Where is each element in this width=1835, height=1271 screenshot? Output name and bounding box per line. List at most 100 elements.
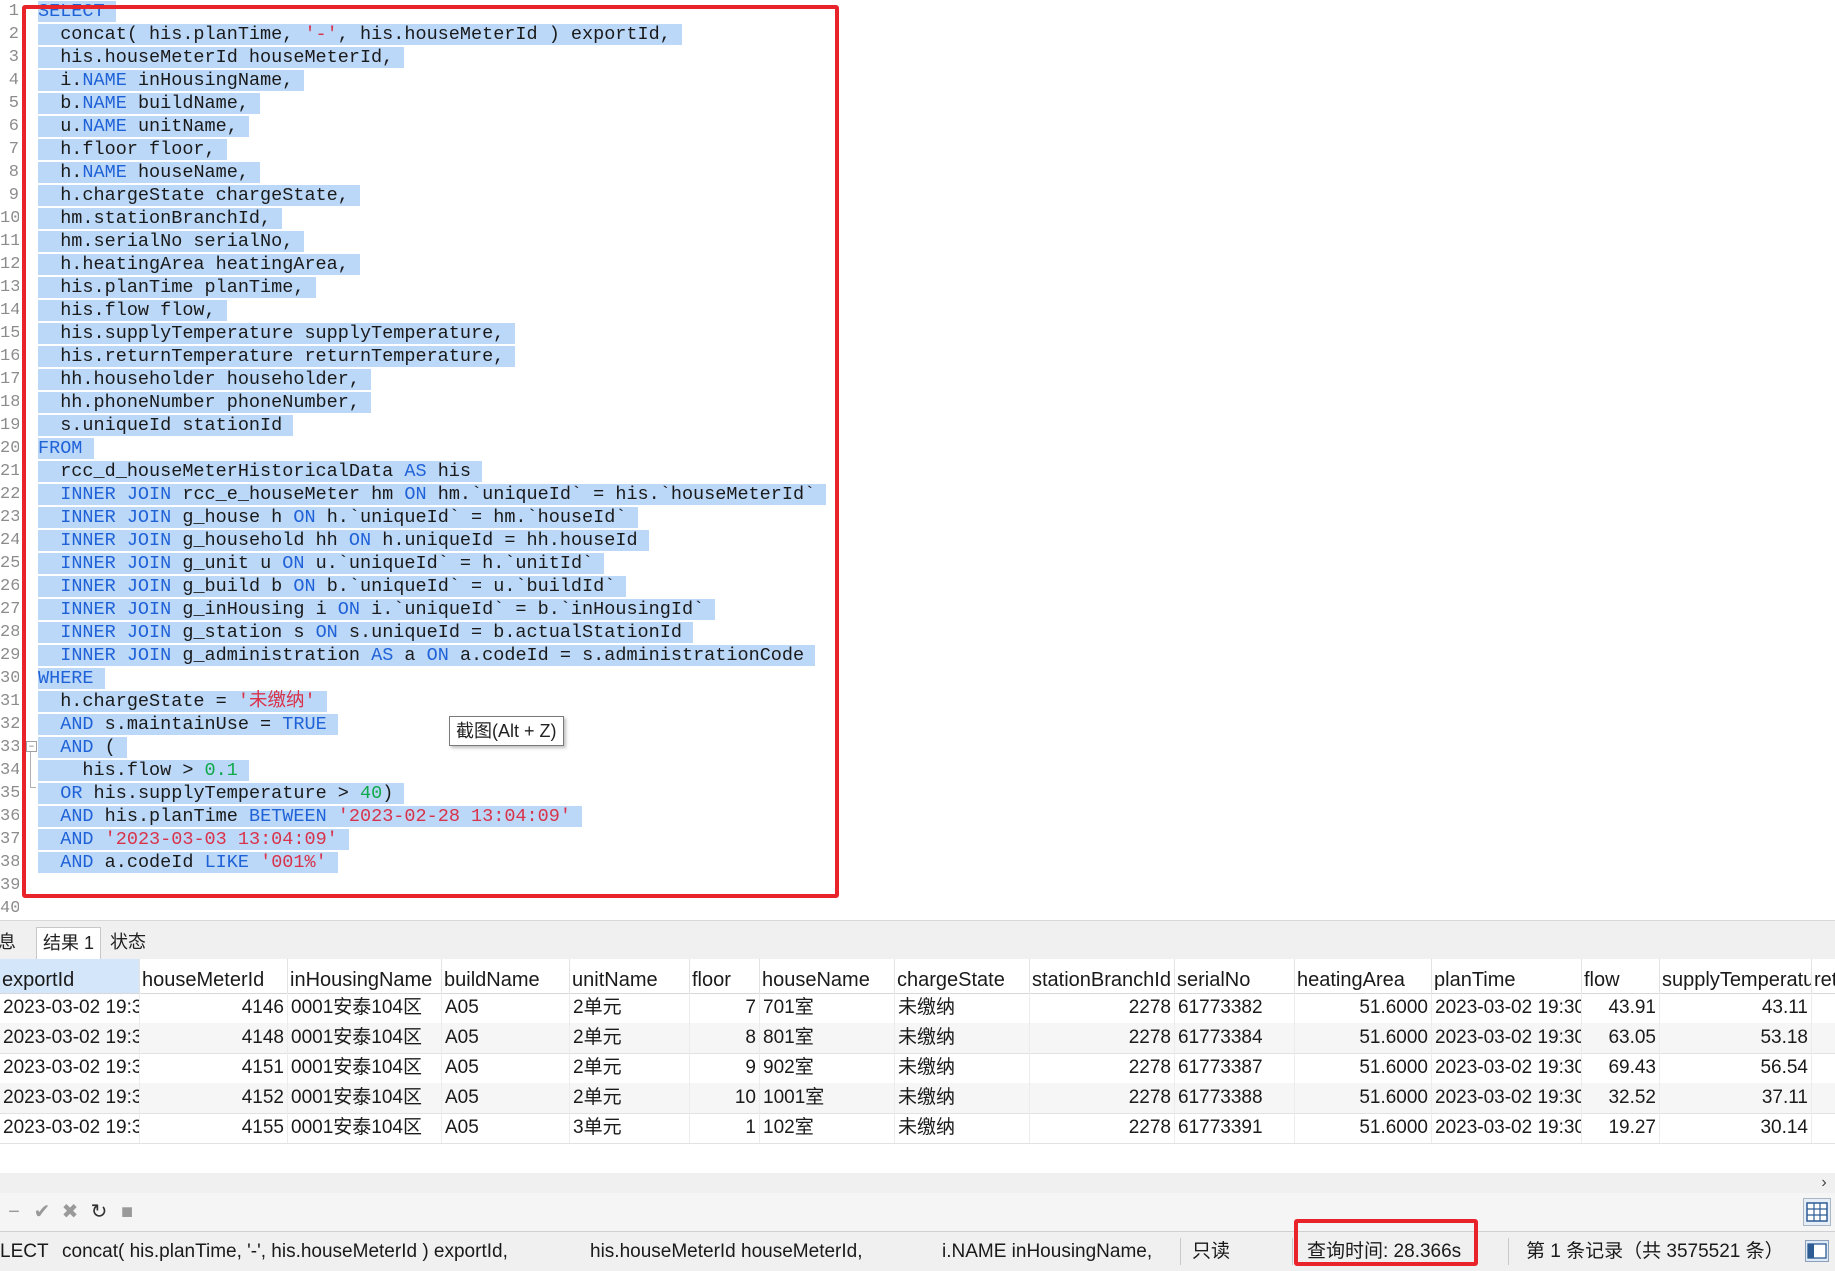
table-cell[interactable]: 2023-03-02 19:30: xyxy=(1432,1083,1582,1113)
table-cell[interactable]: 2单元 xyxy=(570,1083,690,1113)
stop-icon[interactable]: ■ xyxy=(115,1199,139,1225)
table-cell[interactable]: 2023-03-02 19:30: xyxy=(1432,1023,1582,1053)
table-cell[interactable]: 2单元 xyxy=(570,1053,690,1083)
table-cell[interactable]: 2278 xyxy=(1030,993,1175,1023)
table-cell[interactable]: 2023-03-02 19:30: xyxy=(0,1083,140,1113)
column-header[interactable]: chargeState xyxy=(895,959,1030,993)
check-icon[interactable]: ✔ xyxy=(30,1199,54,1225)
table-cell[interactable]: 7 xyxy=(690,993,760,1023)
table-cell[interactable]: 2278 xyxy=(1030,1053,1175,1083)
table-cell[interactable]: 51.6000 xyxy=(1295,1113,1432,1143)
tab-result-1[interactable]: 结果 1 xyxy=(36,927,102,959)
table-cell[interactable]: 61773391 xyxy=(1175,1113,1295,1143)
table-cell[interactable]: A05 xyxy=(442,1023,570,1053)
table-cell[interactable] xyxy=(1812,1023,1835,1053)
table-cell[interactable]: 4155 xyxy=(140,1113,288,1143)
table-cell[interactable]: 8 xyxy=(690,1023,760,1053)
table-cell[interactable]: A05 xyxy=(442,1113,570,1143)
column-header[interactable]: unitName xyxy=(570,959,690,993)
table-cell[interactable]: 0001安泰104区 xyxy=(288,993,442,1023)
table-cell[interactable]: 10 xyxy=(690,1083,760,1113)
table-cell[interactable]: 32.52 xyxy=(1582,1083,1660,1113)
panel-toggle-icon[interactable] xyxy=(1805,1240,1829,1262)
table-cell[interactable]: 56.54 xyxy=(1660,1053,1812,1083)
table-cell[interactable]: 902室 xyxy=(760,1053,895,1083)
table-cell[interactable]: 未缴纳 xyxy=(895,993,1030,1023)
table-cell[interactable]: 未缴纳 xyxy=(895,1113,1030,1143)
column-header[interactable]: inHousingName xyxy=(288,959,442,993)
table-row[interactable]: 2023-03-02 19:30:41480001安泰104区A052单元880… xyxy=(0,1023,1835,1054)
column-header[interactable]: planTime xyxy=(1432,959,1582,993)
table-cell[interactable] xyxy=(1812,1113,1835,1143)
tab-info[interactable]: 息 xyxy=(0,927,22,958)
table-row[interactable]: 2023-03-02 19:30: 41460001安泰104区A052单元770… xyxy=(0,993,1835,1024)
table-cell[interactable]: 0001安泰104区 xyxy=(288,1023,442,1053)
minus-icon[interactable]: − xyxy=(2,1199,26,1225)
table-cell[interactable] xyxy=(1812,993,1835,1023)
column-header[interactable]: exportId xyxy=(0,959,140,993)
table-cell[interactable]: 43.11 xyxy=(1660,993,1812,1023)
table-cell[interactable]: 61773384 xyxy=(1175,1023,1295,1053)
table-cell[interactable]: 2023-03-02 19:30: xyxy=(1432,1113,1582,1143)
table-cell[interactable]: A05 xyxy=(442,1053,570,1083)
column-header[interactable]: serialNo xyxy=(1175,959,1295,993)
column-header[interactable]: supplyTemperatu xyxy=(1660,959,1812,993)
table-cell[interactable]: A05 xyxy=(442,993,570,1023)
table-cell[interactable]: 4148 xyxy=(140,1023,288,1053)
column-header[interactable]: houseMeterId xyxy=(140,959,288,993)
table-cell[interactable]: 2023-03-02 19:30: xyxy=(0,1113,140,1143)
table-cell[interactable]: 61773388 xyxy=(1175,1083,1295,1113)
table-cell[interactable]: 37.11 xyxy=(1660,1083,1812,1113)
table-cell[interactable]: 4146 xyxy=(140,993,288,1023)
table-cell[interactable]: 53.18 xyxy=(1660,1023,1812,1053)
scroll-right-arrow-icon[interactable]: › xyxy=(1815,1173,1833,1193)
column-header[interactable]: flow xyxy=(1582,959,1660,993)
table-cell[interactable]: 51.6000 xyxy=(1295,993,1432,1023)
table-cell[interactable]: A05 xyxy=(442,1083,570,1113)
table-cell[interactable]: 未缴纳 xyxy=(895,1023,1030,1053)
tab-status[interactable]: 状态 xyxy=(104,927,152,958)
result-grid[interactable]: exportId houseMeterId inHousingName buildNa… xyxy=(0,959,1835,1173)
table-cell[interactable]: 43.91 xyxy=(1582,993,1660,1023)
column-header[interactable]: floor xyxy=(690,959,760,993)
table-cell[interactable] xyxy=(1812,1053,1835,1083)
column-header[interactable]: stationBranchId xyxy=(1030,959,1175,993)
table-row[interactable]: 2023-03-02 19:30:41550001安泰104区A053单元110… xyxy=(0,1113,1835,1144)
refresh-icon[interactable]: ↻ xyxy=(87,1199,111,1225)
table-cell[interactable]: 61773382 xyxy=(1175,993,1295,1023)
cross-icon[interactable]: ✖ xyxy=(58,1199,82,1225)
table-cell[interactable]: 61773387 xyxy=(1175,1053,1295,1083)
table-cell[interactable]: 701室 xyxy=(760,993,895,1023)
column-header[interactable]: buildName xyxy=(442,959,570,993)
table-cell[interactable]: 3单元 xyxy=(570,1113,690,1143)
table-cell[interactable]: 2278 xyxy=(1030,1023,1175,1053)
table-cell[interactable]: 未缴纳 xyxy=(895,1053,1030,1083)
table-cell[interactable]: 19.27 xyxy=(1582,1113,1660,1143)
table-cell[interactable] xyxy=(1812,1083,1835,1113)
table-row[interactable]: 2023-03-02 19:30:41520001安泰104区A052单元101… xyxy=(0,1083,1835,1114)
horizontal-scrollbar[interactable]: › xyxy=(0,1173,1835,1193)
table-cell[interactable]: 2单元 xyxy=(570,1023,690,1053)
table-cell[interactable]: 0001安泰104区 xyxy=(288,1113,442,1143)
table-cell[interactable]: 4151 xyxy=(140,1053,288,1083)
table-cell[interactable]: 63.05 xyxy=(1582,1023,1660,1053)
table-cell[interactable]: 1001室 xyxy=(760,1083,895,1113)
table-cell[interactable]: 2单元 xyxy=(570,993,690,1023)
sql-editor[interactable]: 1 2 3 4 5 6 7 8 9 10 11 12 13 14 15 16 17 18 19 20 21 22 23 24 2… xyxy=(0,0,1835,918)
grid-view-icon[interactable] xyxy=(1803,1198,1831,1226)
table-cell[interactable]: 2278 xyxy=(1030,1113,1175,1143)
table-cell[interactable]: 51.6000 xyxy=(1295,1083,1432,1113)
table-cell[interactable]: 51.6000 xyxy=(1295,1053,1432,1083)
table-cell[interactable]: 1 xyxy=(690,1113,760,1143)
table-cell[interactable]: 未缴纳 xyxy=(895,1083,1030,1113)
table-cell[interactable]: 2023-03-02 19:30: xyxy=(0,1023,140,1053)
table-cell[interactable]: 0001安泰104区 xyxy=(288,1083,442,1113)
table-cell[interactable]: 0001安泰104区 xyxy=(288,1053,442,1083)
table-cell[interactable]: 2278 xyxy=(1030,1083,1175,1113)
table-cell[interactable]: 4152 xyxy=(140,1083,288,1113)
table-cell[interactable]: 2023-03-02 19:30: xyxy=(1432,993,1582,1023)
column-header[interactable]: houseName xyxy=(760,959,895,993)
table-cell[interactable]: 2023-03-02 19:30: xyxy=(1432,1053,1582,1083)
table-cell[interactable]: 801室 xyxy=(760,1023,895,1053)
table-cell[interactable]: 69.43 xyxy=(1582,1053,1660,1083)
